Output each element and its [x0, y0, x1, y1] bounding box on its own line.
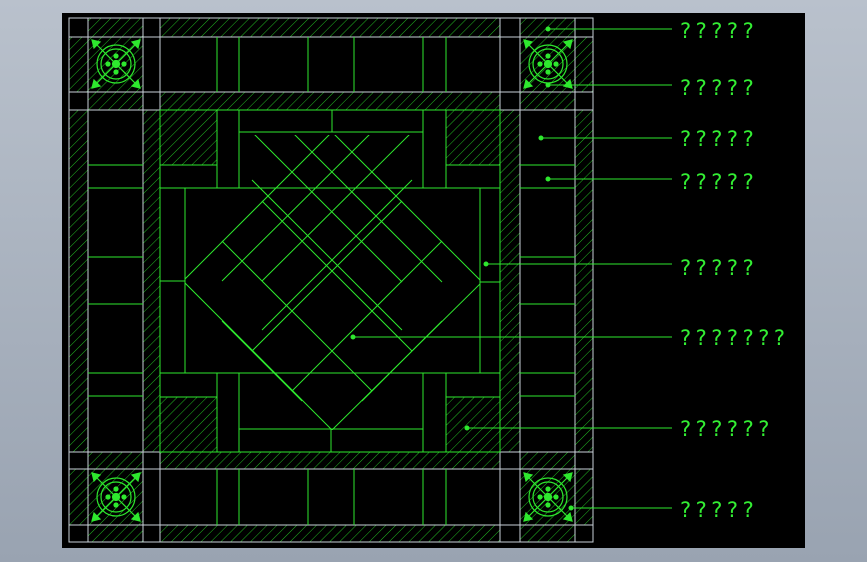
callout-label: ?????: [679, 256, 757, 280]
ceiling-plan-drawing: ????? ????? ????? ????? ????? ??????? ??…: [68, 17, 789, 543]
callout-label: ?????: [679, 76, 757, 100]
border-hatching: [69, 18, 593, 542]
callout-label: ?????: [679, 170, 757, 194]
callout-label: ?????: [679, 498, 757, 522]
cad-drawing-canvas: ????? ????? ????? ????? ????? ??????? ??…: [62, 13, 805, 548]
callout-labels: ????? ????? ????? ????? ????? ??????? ??…: [679, 19, 789, 522]
callout-label: ?????: [679, 19, 757, 43]
callout-label: ???????: [679, 326, 789, 350]
callout-label: ?????: [679, 127, 757, 151]
callout-label: ??????: [679, 417, 773, 441]
